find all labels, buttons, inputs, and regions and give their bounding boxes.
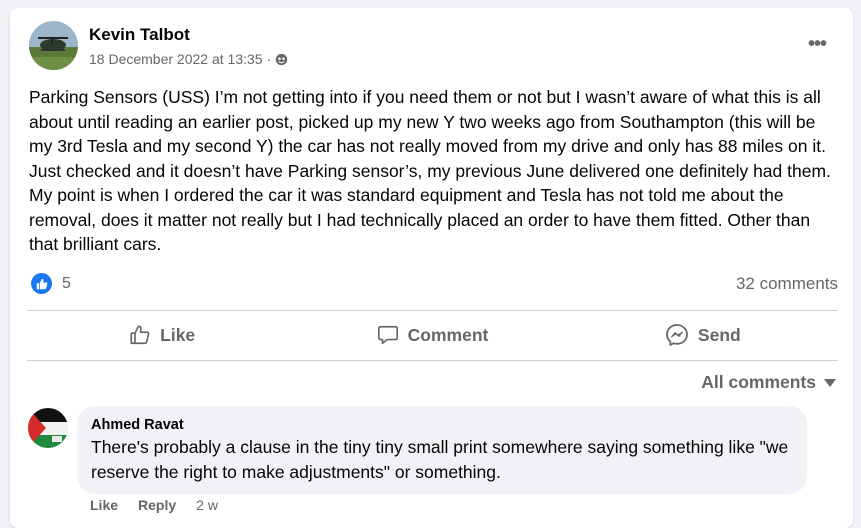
comment-filter-dropdown[interactable]: All comments xyxy=(701,372,836,393)
comment-reply-link[interactable]: Reply xyxy=(138,497,176,513)
comment-like-link[interactable]: Like xyxy=(90,497,118,513)
comment-count[interactable]: 32 comments xyxy=(736,274,838,294)
post-meta: 18 December 2022 at 13:35 · xyxy=(89,51,288,67)
more-options-icon[interactable]: ••• xyxy=(803,30,831,58)
divider xyxy=(27,360,838,361)
messenger-icon xyxy=(665,323,689,347)
comment-bubble-icon xyxy=(377,324,399,346)
thumbs-up-icon xyxy=(129,324,151,346)
send-button-label: Send xyxy=(697,324,741,345)
meta-separator: · xyxy=(266,51,272,67)
globe-icon[interactable] xyxy=(275,53,288,66)
comment-button-label: Comment xyxy=(407,324,489,345)
comment-bubble: Ahmed Ravat There's probably a clause in… xyxy=(77,406,807,494)
comment-button[interactable]: Comment xyxy=(297,311,567,359)
action-bar: Like Comment Send xyxy=(27,311,838,359)
commenter-avatar[interactable] xyxy=(28,408,68,448)
comment-age[interactable]: 2 w xyxy=(196,497,218,513)
post-timestamp[interactable]: 18 December 2022 at 13:35 xyxy=(89,51,263,67)
comment-filter-label: All comments xyxy=(701,372,816,392)
post-card: Kevin Talbot 18 December 2022 at 13:35 ·… xyxy=(10,8,853,528)
comment-text: There's probably a clause in the tiny ti… xyxy=(91,437,789,482)
caret-down-icon xyxy=(824,378,836,387)
post-author-name[interactable]: Kevin Talbot xyxy=(89,25,190,45)
post-body-text: Parking Sensors (USS) I’m not getting in… xyxy=(29,87,831,254)
author-avatar[interactable] xyxy=(29,21,78,70)
like-reaction-icon xyxy=(31,273,52,294)
reactions-summary[interactable]: 5 xyxy=(31,273,71,294)
comment-author-name[interactable]: Ahmed Ravat xyxy=(91,417,184,433)
like-button[interactable]: Like xyxy=(27,311,297,359)
comment-actions: Like Reply 2 w xyxy=(90,497,218,513)
send-button[interactable]: Send xyxy=(568,311,838,359)
like-button-label: Like xyxy=(160,324,196,345)
reaction-count: 5 xyxy=(62,274,71,292)
